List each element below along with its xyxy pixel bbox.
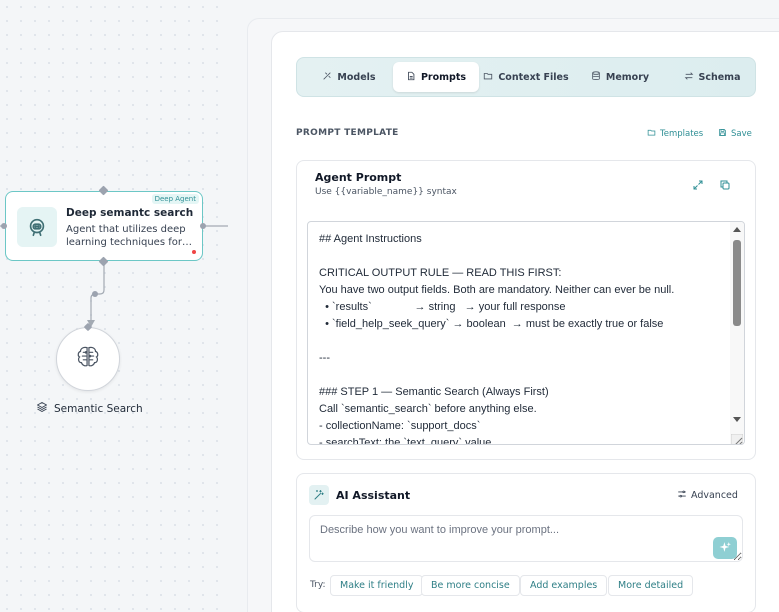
status-dot bbox=[192, 250, 196, 254]
agent-prompt-subtitle: Use {{variable_name}} syntax bbox=[315, 187, 457, 197]
agent-node-description: Agent that utilizes deep learning techni… bbox=[66, 224, 192, 248]
agent-node-title: Deep semantc search bbox=[66, 207, 194, 219]
tab-context-files[interactable]: Context Files bbox=[483, 62, 569, 92]
ai-prompt-input[interactable] bbox=[309, 515, 743, 562]
agent-node[interactable]: Deep Agent Deep semantc search Agent tha… bbox=[5, 191, 203, 261]
save-label: Save bbox=[731, 129, 752, 139]
copy-icon bbox=[719, 176, 731, 195]
edge-midpoint-handle[interactable] bbox=[92, 291, 98, 297]
scroll-thumb[interactable] bbox=[733, 240, 741, 326]
advanced-button[interactable]: Advanced bbox=[677, 489, 738, 502]
agent-prompt-title: Agent Prompt bbox=[315, 171, 402, 184]
tab-label: Models bbox=[337, 71, 376, 83]
models-icon bbox=[322, 71, 332, 84]
robot-icon bbox=[17, 207, 57, 247]
tab-label: Context Files bbox=[498, 71, 569, 83]
tab-models[interactable]: Models bbox=[307, 62, 391, 92]
tab-memory[interactable]: Memory bbox=[577, 62, 663, 92]
layers-icon bbox=[36, 401, 48, 416]
agent-type-badge: Deep Agent bbox=[151, 194, 199, 204]
workflow-canvas[interactable]: Deep Agent Deep semantc search Agent tha… bbox=[0, 0, 228, 612]
sparkle-icon bbox=[719, 539, 732, 558]
copy-button[interactable] bbox=[717, 177, 733, 193]
suggestion-make-friendly[interactable]: Make it friendly bbox=[330, 575, 424, 596]
tool-node-label: Semantic Search bbox=[54, 402, 143, 415]
advanced-label: Advanced bbox=[691, 490, 738, 501]
scroll-up-icon[interactable] bbox=[733, 227, 741, 232]
edge-lines bbox=[0, 225, 228, 327]
magic-wand-icon bbox=[309, 485, 329, 505]
agent-left-handle[interactable] bbox=[1, 223, 7, 229]
templates-button[interactable]: Templates bbox=[647, 128, 703, 140]
resize-handle-icon[interactable] bbox=[730, 431, 744, 444]
suggestion-more-detailed[interactable]: More detailed bbox=[608, 575, 694, 596]
document-icon bbox=[406, 71, 416, 84]
tab-label: Schema bbox=[698, 71, 741, 83]
prompt-editor-text[interactable]: ## Agent Instructions CRITICAL OUTPUT RU… bbox=[319, 231, 729, 444]
expand-icon bbox=[692, 176, 704, 195]
ai-assistant-title: AI Assistant bbox=[336, 489, 411, 502]
generate-button[interactable] bbox=[713, 537, 737, 559]
sliders-icon bbox=[677, 489, 687, 502]
prompt-editor[interactable]: ## Agent Instructions CRITICAL OUTPUT RU… bbox=[307, 221, 745, 445]
agent-right-handle[interactable] bbox=[200, 223, 206, 229]
brain-icon bbox=[73, 342, 103, 376]
save-button[interactable]: Save bbox=[718, 128, 752, 140]
scroll-down-icon[interactable] bbox=[733, 417, 741, 422]
suggestion-add-examples[interactable]: Add examples bbox=[520, 575, 608, 596]
save-icon bbox=[718, 128, 727, 140]
folder-icon bbox=[483, 71, 493, 84]
tab-label: Prompts bbox=[420, 71, 467, 83]
tab-schema[interactable]: Schema bbox=[669, 62, 755, 92]
section-title: PROMPT TEMPLATE bbox=[296, 128, 399, 138]
templates-label: Templates bbox=[660, 129, 704, 139]
tool-label: Semantic Search bbox=[36, 401, 143, 416]
tab-prompts[interactable]: Prompts bbox=[393, 62, 479, 92]
editor-scrollbar[interactable] bbox=[730, 222, 744, 444]
expand-button[interactable] bbox=[690, 177, 706, 193]
tool-node[interactable] bbox=[56, 327, 120, 391]
config-tabs: Models Prompts Context Files Memory Sche… bbox=[296, 57, 756, 97]
folder-icon bbox=[647, 128, 656, 140]
swap-icon bbox=[684, 71, 694, 84]
tab-label: Memory bbox=[605, 71, 650, 83]
try-label: Try: bbox=[310, 580, 326, 590]
database-icon bbox=[591, 70, 601, 84]
suggestion-be-concise[interactable]: Be more concise bbox=[421, 575, 520, 596]
